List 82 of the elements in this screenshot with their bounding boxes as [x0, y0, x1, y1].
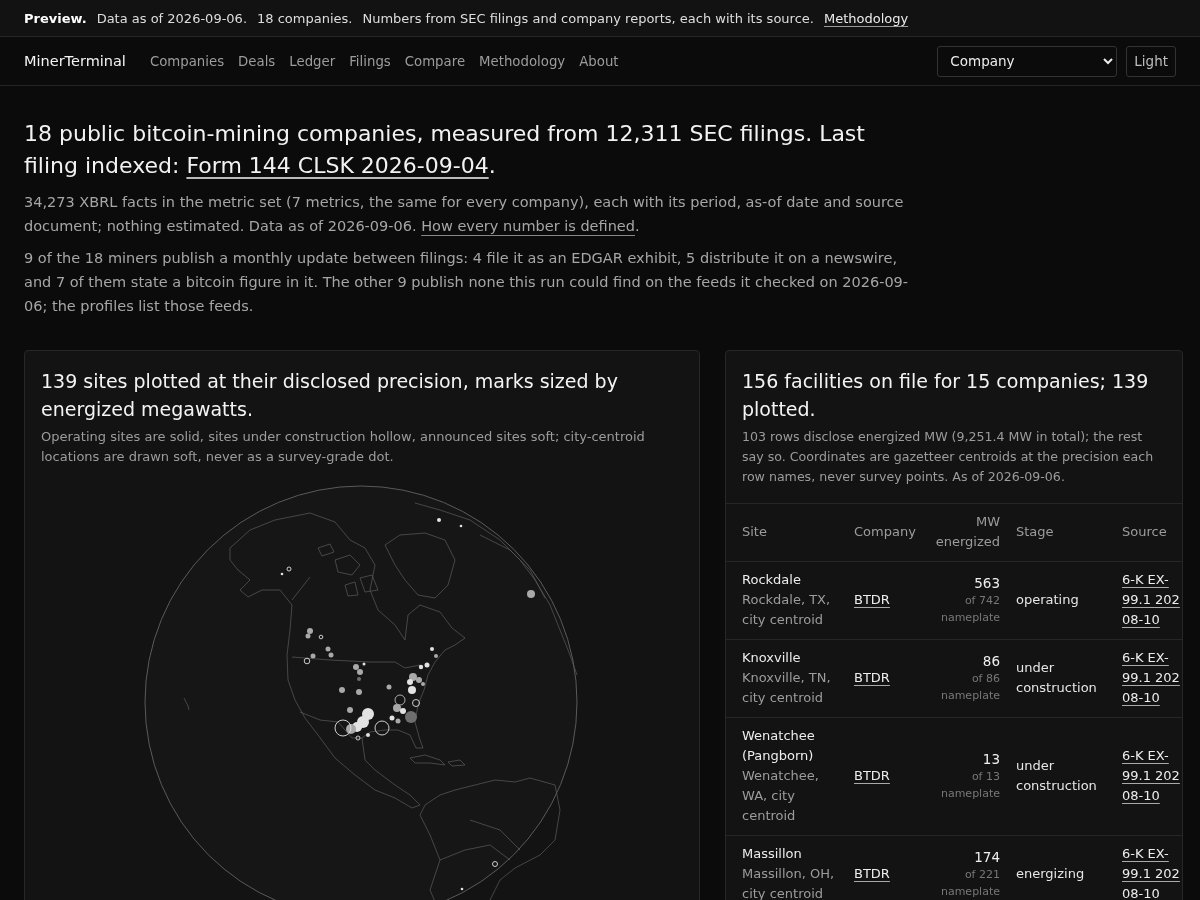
company-select[interactable]: Company [937, 45, 1118, 77]
site-location: Massillon, OH, city centroid [742, 865, 836, 900]
site-name: Knoxville [742, 649, 802, 667]
site-ring-icon [492, 861, 498, 867]
nameplate-note: of 742 nameplate [939, 593, 1000, 626]
company-link[interactable]: BTDR [854, 866, 890, 881]
site-dot-icon [310, 653, 316, 659]
card-note: Operating sites are solid, sites under construction hollow, announced sites soft; city-centroid locations are drawn soft, never as a survey-grade dot. [41, 428, 646, 466]
site-dot-icon [356, 689, 362, 695]
site-dot-icon [430, 647, 434, 651]
source-link[interactable]: 6-K EX-99.1 202 08-10 [1122, 746, 1182, 806]
source-link[interactable]: 6-K EX-99.1 202 08-10 [1122, 648, 1182, 708]
column-header: Company [854, 523, 917, 541]
nav-link[interactable]: Filings [349, 53, 391, 69]
nav-link[interactable]: About [579, 53, 619, 69]
nav-link[interactable]: Companies [149, 53, 225, 69]
site-dot-icon [459, 524, 463, 528]
mw-value: 563 [973, 574, 1000, 592]
site-logo[interactable]: MinerTerminal [24, 53, 126, 69]
column-header: Site [742, 523, 768, 541]
card-title: 139 sites plotted at their disclosed precision, marks sized by energized megawatts. [41, 369, 619, 422]
site-dot-icon [347, 707, 353, 713]
company-link[interactable]: BTDR [854, 768, 890, 783]
company-link[interactable]: BTDR [854, 592, 890, 607]
site-name: Rockdale [742, 571, 802, 589]
nav-link[interactable]: Deals [238, 53, 276, 69]
site-name: Massillon [742, 845, 803, 863]
theme-toggle-button[interactable]: Light [1126, 45, 1176, 77]
nameplate-note: of 86 nameplate [939, 671, 1000, 704]
mw-value: 86 [981, 652, 1000, 670]
intro-paragraph: 34,273 XBRL facts in the metric set (7 metrics, the same for every company), each with its period, as-of date and source document; nothing estimated. Data as of 2026-09-06. How every number is defined. [24, 193, 905, 236]
stage-text: under construction [1016, 757, 1098, 795]
nameplate-note: of 221 nameplate [939, 867, 1000, 900]
site-ring-icon [318, 634, 324, 640]
site-ring-icon [412, 699, 420, 707]
site-dot-icon [346, 724, 356, 734]
site-ring-icon [355, 735, 361, 741]
latest-filing-link[interactable]: Form 144 CLSK 2026-09-04 [186, 153, 489, 178]
page-headline: 18 public bitcoin-mining companies, measured from 12,311 SEC filings. Last filing indexed: Form 144 CLSK 2026-09-04. [24, 120, 866, 180]
site-ring-icon [303, 657, 311, 665]
card-title: 156 facilities on file for 15 companies; 139 plotted. [742, 369, 1150, 422]
company-link[interactable]: BTDR [854, 670, 890, 685]
stage-text: energizing [1016, 865, 1086, 883]
preview-note: Numbers from SEC filings and company reports, each with its source. [362, 10, 814, 26]
source-link[interactable]: 6-K EX-99.1 202 08-10 [1122, 570, 1182, 630]
site-dot-icon [527, 590, 535, 598]
preview-note: Data as of 2026-09-06. [96, 10, 247, 26]
card-note: 103 rows disclose energized MW (9,251.4 MW in total); the rest say so. Coordinates are gazetteer centroids at the precision each row names, never survey points. As of 2026-09-06. [742, 428, 1155, 486]
site-location: Knoxville, TN, city centroid [742, 669, 832, 707]
site-dot-icon [362, 662, 366, 666]
preview-note: 18 companies. [257, 10, 353, 26]
methodology-link[interactable]: Methodology [823, 10, 909, 26]
site-dot-icon [437, 518, 441, 522]
column-header: Stage [1016, 523, 1055, 541]
stage-text: under construction [1016, 659, 1098, 697]
site-ring-icon [286, 566, 292, 572]
nav-link[interactable]: Methodology [479, 53, 566, 69]
definitions-link[interactable]: How every number is defined [421, 218, 635, 234]
preview-label: Preview. [24, 10, 87, 26]
site-dot-icon [386, 684, 392, 690]
stage-text: operating [1016, 591, 1080, 609]
source-link[interactable]: 6-K EX-99.1 202 08-10 [1122, 844, 1182, 900]
nameplate-note: of 13 nameplate [939, 769, 1000, 802]
site-name: Wenatchee (Pangborn) [742, 727, 816, 765]
nav-link[interactable]: Compare [404, 53, 466, 69]
mw-value: 13 [981, 750, 1000, 768]
site-location: Wenatchee, WA, city centroid [742, 767, 820, 825]
site-ring-icon [334, 719, 352, 737]
site-dot-icon [280, 572, 284, 576]
site-dot-icon [357, 677, 361, 681]
site-dot-icon [339, 687, 345, 693]
intro-paragraph: 9 of the 18 miners publish a monthly update between filings: 4 file it as an EDGAR exhibit, 5 distribute it on a newswire, and 7 of them state a bitcoin figure in it. The other 9 publish none this run could find on the feeds it checked on 2026-09-06; the profiles list those feeds. [24, 249, 910, 316]
nav-link[interactable]: Ledger [289, 53, 336, 69]
column-header: MW energized [934, 513, 1000, 551]
site-dot-icon [460, 887, 464, 891]
site-dot-icon [434, 654, 438, 658]
site-ring-icon [394, 694, 406, 706]
site-location: Rockdale, TX, city centroid [742, 591, 832, 629]
site-dot-icon [366, 733, 370, 737]
site-ring-icon [374, 720, 390, 736]
mw-value: 174 [973, 848, 1000, 866]
column-header: Source [1122, 523, 1168, 541]
